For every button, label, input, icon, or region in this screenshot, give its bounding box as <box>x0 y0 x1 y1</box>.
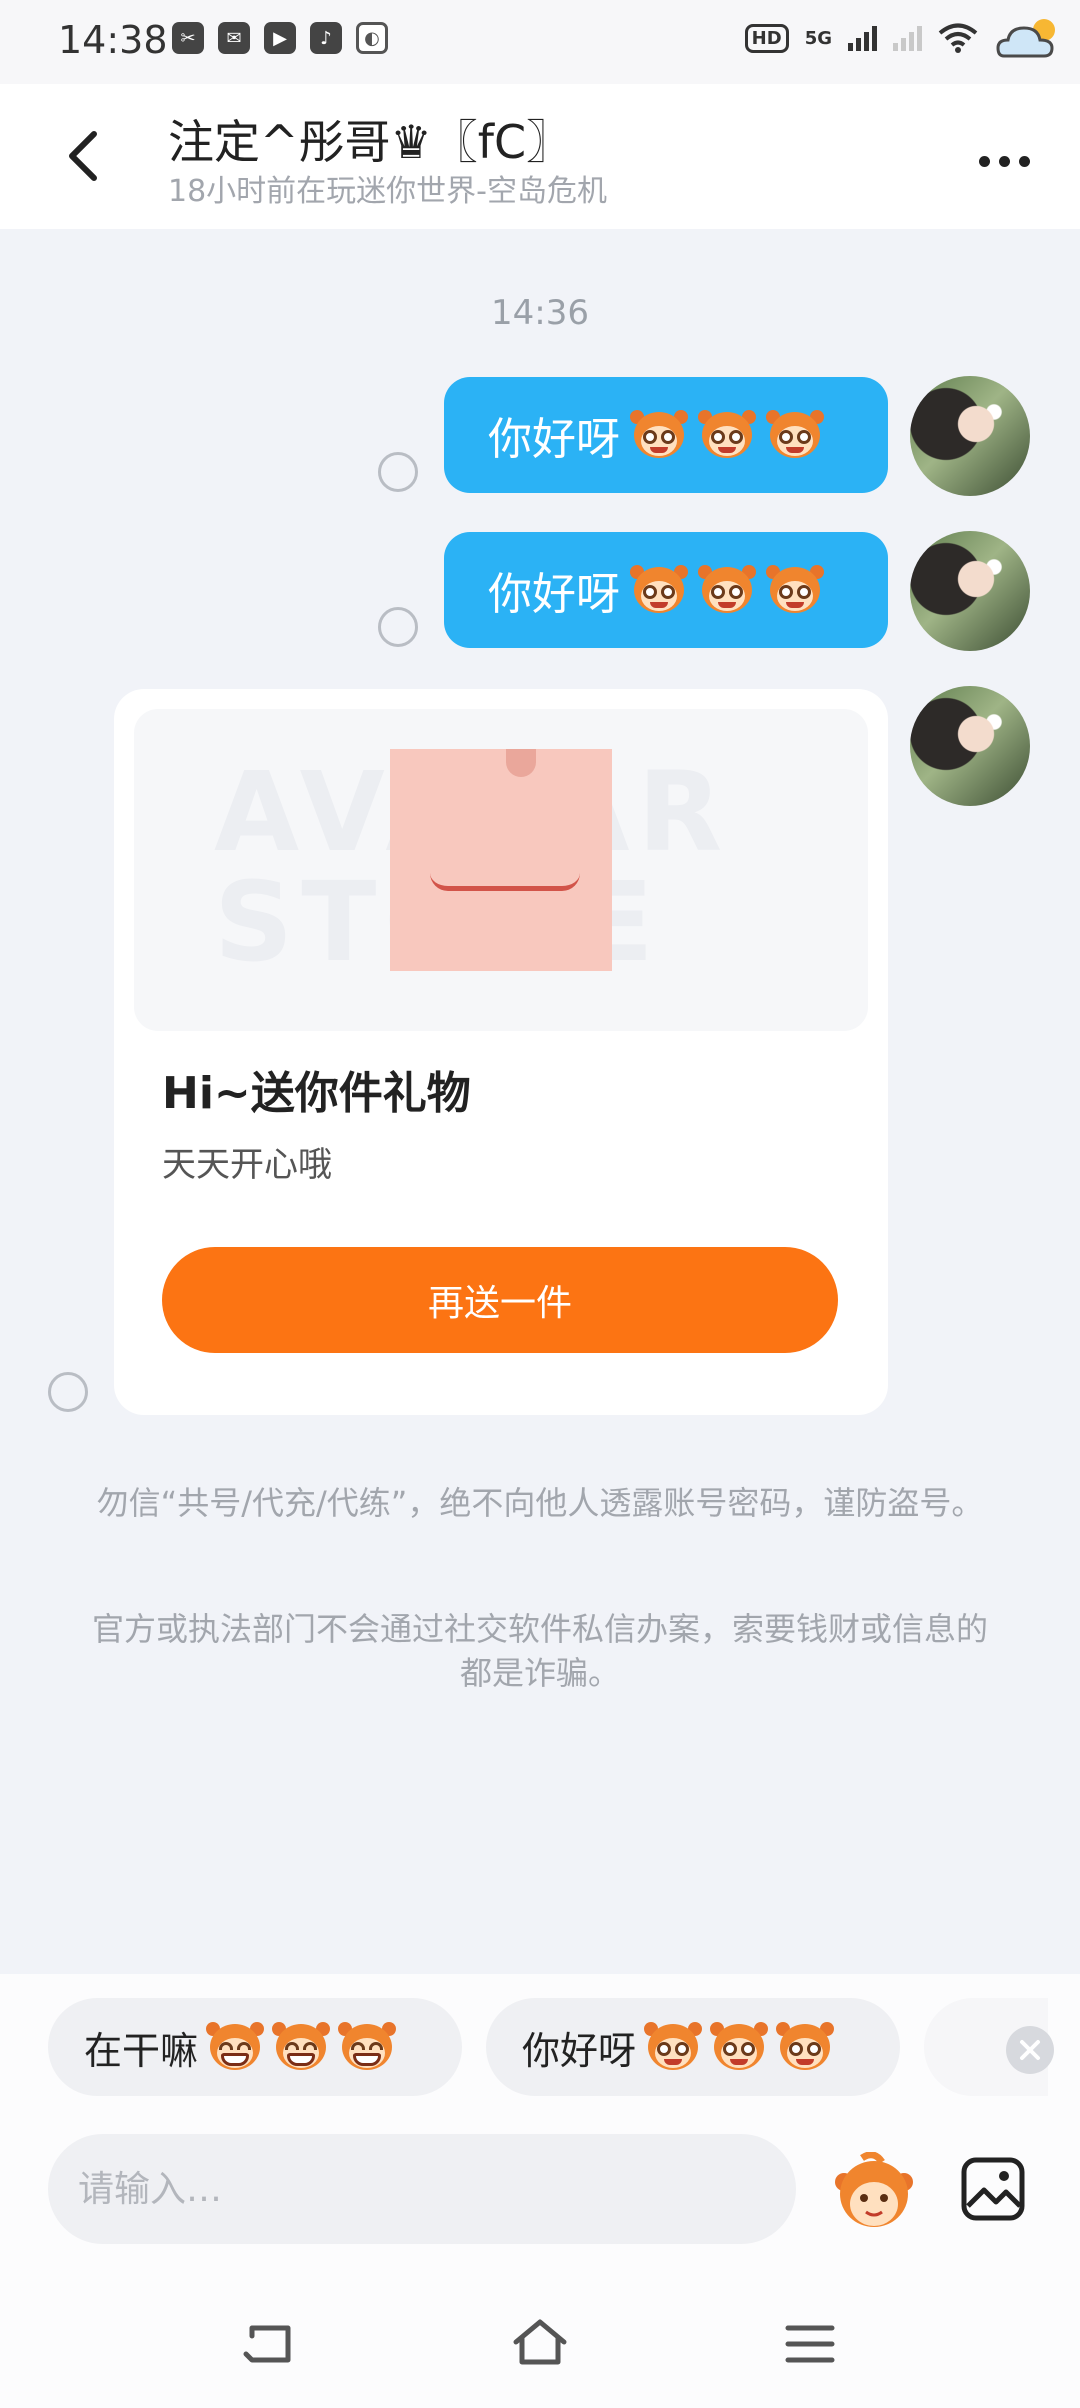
grinning-monkey-emoji-icon <box>206 2020 265 2074</box>
gift-image-area: AVATAR STORE <box>134 709 868 1031</box>
more-options-button[interactable] <box>964 136 1044 186</box>
monkey-emoji-icon <box>630 563 688 617</box>
image-picker-icon[interactable] <box>960 2156 1026 2222</box>
grinning-monkey-emoji-icon <box>272 2020 331 2074</box>
wifi-icon <box>938 23 978 53</box>
message-bubble[interactable]: 你好呀 <box>444 532 888 648</box>
mail-notification-icon: ✉ <box>218 22 250 54</box>
monkey-emoji-icon <box>698 563 756 617</box>
tiktok-notification-icon: ♪ <box>310 22 342 54</box>
fraud-notice: 官方或执法部门不会通过社交软件私信办案，索要钱财或信息的都是诈骗。 <box>91 1610 988 1692</box>
status-time: 14:38 <box>58 18 168 62</box>
grinning-monkey-emoji-icon <box>338 2020 397 2074</box>
nav-home-icon[interactable] <box>510 2314 570 2374</box>
system-navigation-bar <box>0 2284 1080 2408</box>
monkey-emoji-icon <box>710 2020 769 2074</box>
hd-icon: HD <box>744 23 789 53</box>
app-notification-icon: ◐ <box>356 22 388 54</box>
message-status-icon <box>378 452 418 492</box>
contact-name[interactable]: 注定^彤哥♛〖fC〗 <box>168 106 572 172</box>
quick-replies: 在干嘛 你好呀 <box>48 1998 1048 2098</box>
signal-icon <box>848 25 877 51</box>
message-bubble[interactable]: 你好呀 <box>444 377 888 493</box>
gift-title: Hi~送你件礼物 <box>162 1068 471 1119</box>
user-avatar[interactable] <box>910 376 1030 496</box>
chat-area[interactable]: 14:36 你好呀 你好呀 AVATAR STORE Hi~送你件礼物 天天开心… <box>0 229 1080 1974</box>
nav-back-icon[interactable] <box>240 2314 300 2374</box>
network-type: 5G <box>804 27 832 49</box>
gift-description: 天天开心哦 <box>162 1145 332 1185</box>
signal-icon <box>893 25 922 51</box>
notification-icons: ✂ ✉ ▶ ♪ ◐ <box>172 22 388 54</box>
monkey-emoji-icon <box>776 2020 835 2074</box>
message-input[interactable] <box>48 2134 796 2244</box>
contact-status: 18小时前在玩迷你世界-空岛危机 <box>168 174 607 209</box>
user-avatar[interactable] <box>910 531 1030 651</box>
quick-reply-label: 在干嘛 <box>84 2028 199 2073</box>
quick-reply-chip[interactable]: 你好呀 <box>486 1998 900 2096</box>
message-text: 你好呀 <box>488 569 620 620</box>
emoji-button-icon[interactable] <box>832 2152 916 2232</box>
send-another-gift-button[interactable]: 再送一件 <box>162 1247 838 1353</box>
user-avatar[interactable] <box>910 686 1030 806</box>
back-button[interactable] <box>50 120 120 190</box>
video-notification-icon: ▶ <box>264 22 296 54</box>
close-quick-replies-icon[interactable] <box>1006 2026 1054 2074</box>
monkey-emoji-icon <box>644 2020 703 2074</box>
safety-notice: 勿信“共号/代充/代练”，绝不向他人透露账号密码，谨防盗号。 <box>96 1484 984 1522</box>
message-text: 你好呀 <box>488 414 620 465</box>
gift-image-detail <box>506 749 536 777</box>
message-status-icon <box>378 607 418 647</box>
system-icons: HD 5G <box>744 14 1066 62</box>
nav-menu-icon[interactable] <box>780 2314 840 2374</box>
message-status-icon <box>48 1372 88 1412</box>
input-panel: 在干嘛 你好呀 <box>0 1974 1080 2408</box>
message-timestamp: 14:36 <box>491 293 589 333</box>
app-notification-icon: ✂ <box>172 22 204 54</box>
monkey-emoji-icon <box>630 408 688 462</box>
monkey-emoji-icon <box>698 408 756 462</box>
quick-reply-chip[interactable]: 在干嘛 <box>48 1998 462 2096</box>
gift-image <box>390 749 612 971</box>
chat-header: 注定^彤哥♛〖fC〗 18小时前在玩迷你世界-空岛危机 <box>0 84 1080 229</box>
monkey-emoji-icon <box>766 563 824 617</box>
quick-reply-label: 你好呀 <box>522 2028 637 2073</box>
status-bar: 14:38 ✂ ✉ ▶ ♪ ◐ HD 5G <box>0 0 1080 84</box>
weather-icon <box>996 19 1055 58</box>
gift-image-detail <box>430 873 580 891</box>
gift-card[interactable]: AVATAR STORE Hi~送你件礼物 天天开心哦 再送一件 <box>114 689 888 1415</box>
monkey-emoji-icon <box>766 408 824 462</box>
